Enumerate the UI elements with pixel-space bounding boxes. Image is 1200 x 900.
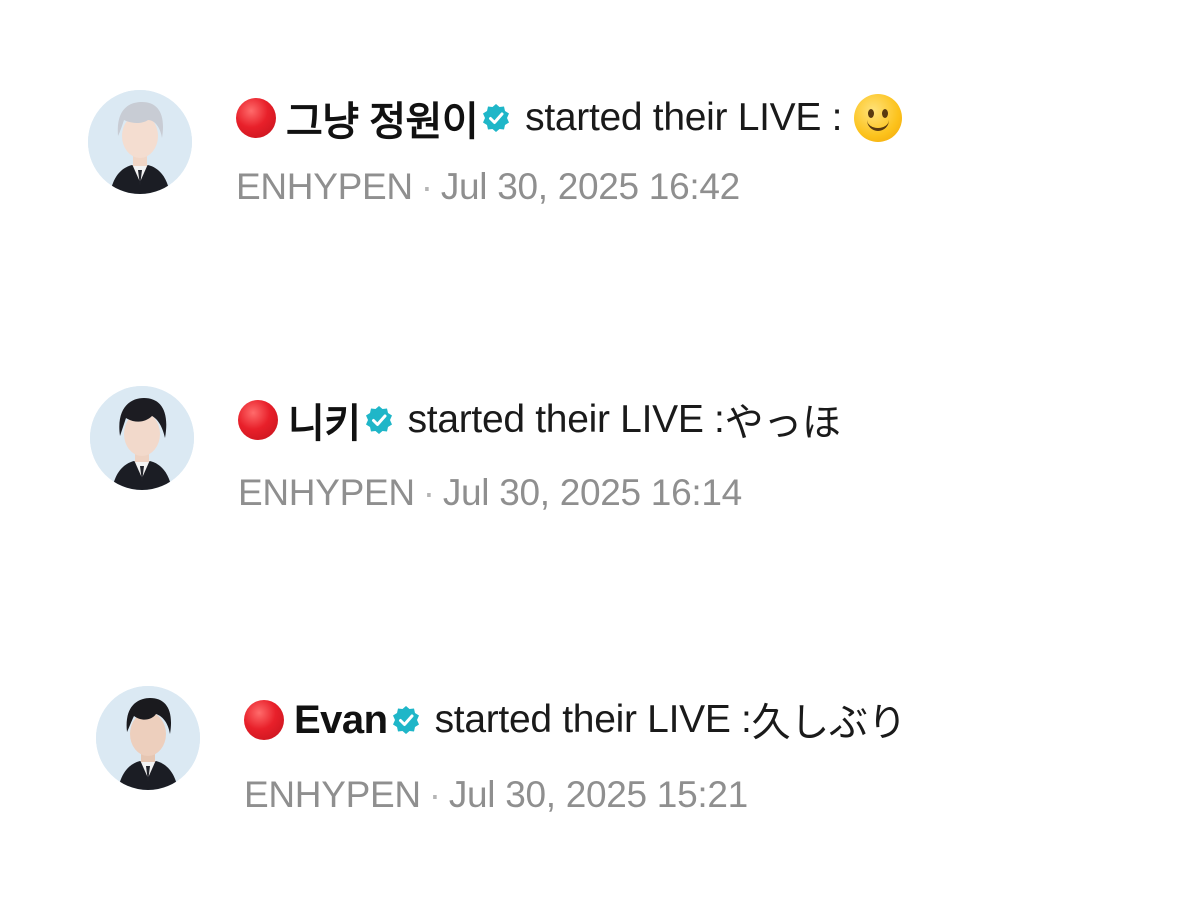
artist-name: ENHYPEN [236, 166, 413, 207]
username[interactable]: 니키 [288, 391, 361, 449]
notification-item[interactable]: Evan started their LIVE : 久しぶり ENHYPEN · J… [0, 684, 1200, 816]
separator: · [420, 166, 433, 207]
live-message: started their LIVE : [407, 398, 725, 441]
verified-badge-icon [392, 706, 419, 734]
avatar[interactable] [88, 90, 192, 194]
timestamp: Jul 30, 2025 16:42 [440, 166, 740, 207]
live-dot-icon [238, 400, 278, 440]
live-dot-icon [236, 98, 276, 138]
timestamp: Jul 30, 2025 15:21 [448, 774, 748, 815]
username[interactable]: 그냥 정원이 [286, 89, 479, 147]
artist-name: ENHYPEN [238, 472, 415, 513]
slightly-smiling-face-emoji [854, 94, 903, 142]
avatar[interactable] [90, 386, 194, 490]
username[interactable]: Evan [294, 698, 388, 743]
live-message: started their LIVE : [525, 96, 843, 139]
notification-item[interactable]: 그냥 정원이 started their LIVE : ENHYPEN · Jul … [0, 88, 1200, 218]
live-title: やっほ [724, 402, 841, 445]
live-dot-icon [244, 700, 284, 740]
verified-badge-icon [483, 104, 510, 132]
artist-name: ENHYPEN [244, 774, 421, 815]
avatar[interactable] [96, 686, 200, 790]
timestamp: Jul 30, 2025 16:14 [442, 472, 742, 513]
verified-badge-icon [365, 406, 392, 434]
live-message: started their LIVE : [434, 698, 752, 741]
separator: · [428, 774, 441, 815]
live-title: 久しぶり [751, 702, 907, 745]
notification-item[interactable]: 니키 started their LIVE : やっほ ENHYPEN · Jul … [0, 384, 1200, 514]
separator: · [422, 472, 435, 513]
notification-meta: ENHYPEN · Jul 30, 2025 16:42 [236, 166, 740, 208]
notification-meta: ENHYPEN · Jul 30, 2025 15:21 [244, 774, 748, 816]
notification-meta: ENHYPEN · Jul 30, 2025 16:14 [238, 472, 742, 514]
